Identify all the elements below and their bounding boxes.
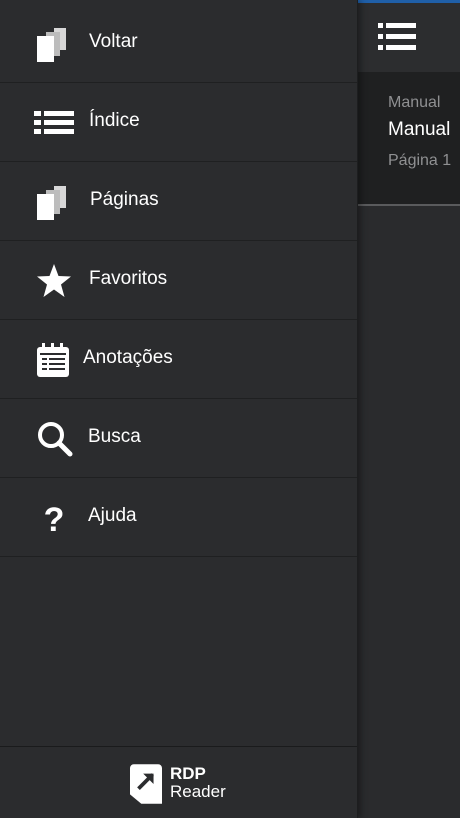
footer: RDP Reader xyxy=(0,746,357,818)
menu-item-label: Busca xyxy=(88,426,141,447)
menu-item-label: Páginas xyxy=(90,189,159,210)
rdp-reader-logo: RDP Reader xyxy=(130,763,230,805)
star-icon xyxy=(37,264,71,297)
pages-back-icon xyxy=(37,28,66,62)
document-category: Manual xyxy=(388,94,441,111)
document-card[interactable]: Manual Manual Página 1 xyxy=(358,72,460,206)
notes-icon xyxy=(37,343,69,377)
menu-item-label: Índice xyxy=(89,110,140,131)
hamburger-menu-icon[interactable] xyxy=(378,21,416,53)
menu-item-label: Favoritos xyxy=(89,268,168,289)
list-icon xyxy=(34,111,74,134)
top-bar xyxy=(358,0,460,72)
menu-item-voltar[interactable]: Voltar xyxy=(0,4,357,83)
menu-item-label: Ajuda xyxy=(88,505,137,526)
logo-line-rdp: RDP xyxy=(170,764,206,783)
pages-icon xyxy=(37,186,66,220)
menu-item-favoritos[interactable]: Favoritos xyxy=(0,241,357,320)
svg-text:?: ? xyxy=(44,501,65,538)
side-menu: Voltar Índice Páginas Favoritos Anotaçõe… xyxy=(0,0,358,818)
document-title: Manual xyxy=(388,119,451,140)
menu-item-paginas[interactable]: Páginas xyxy=(0,162,357,241)
logo-line-reader: Reader xyxy=(170,782,226,801)
document-page: Página 1 xyxy=(388,152,452,169)
menu-item-ajuda[interactable]: ? Ajuda xyxy=(0,478,357,557)
logo-text: RDP Reader xyxy=(170,765,226,801)
logo-icon xyxy=(130,764,162,804)
menu-item-busca[interactable]: Busca xyxy=(0,399,357,478)
menu-item-indice[interactable]: Índice xyxy=(0,83,357,162)
help-icon: ? xyxy=(44,501,65,538)
menu-item-anotacoes[interactable]: Anotações xyxy=(0,320,357,399)
search-icon xyxy=(38,422,73,457)
menu-item-label: Anotações xyxy=(83,347,173,368)
content-panel: Manual Manual Página 1 xyxy=(358,0,460,818)
menu-item-label: Voltar xyxy=(89,31,138,52)
